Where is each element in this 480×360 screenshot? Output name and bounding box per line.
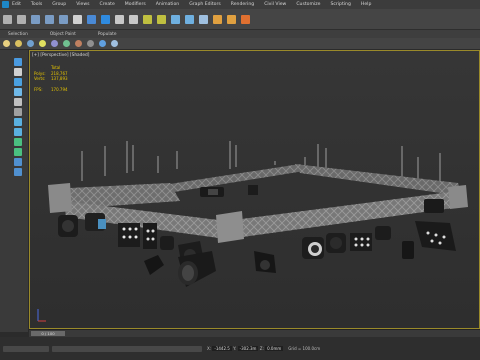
- menu-item-animation[interactable]: Animation: [156, 2, 179, 7]
- menu-item-modifiers[interactable]: Modifiers: [125, 2, 146, 7]
- menu-item-graph-editors[interactable]: Graph Editors: [189, 2, 221, 7]
- render-setup-icon[interactable]: [212, 14, 222, 24]
- render-frame-icon[interactable]: [226, 14, 236, 24]
- perspective-viewport[interactable]: [+] [Perspective] [Shaded] Total Polys: 2…: [29, 50, 480, 329]
- stage-light: [144, 255, 164, 275]
- paint-icon[interactable]: [14, 98, 22, 106]
- populate-icon[interactable]: [14, 148, 22, 156]
- menu-bar: Edit Tools Group Views Create Modifiers Animat…: [0, 0, 480, 9]
- back-truss: [170, 164, 304, 192]
- menu-item-rendering[interactable]: Rendering: [231, 2, 254, 7]
- camera-icon[interactable]: [50, 40, 58, 47]
- undo-icon[interactable]: [2, 14, 12, 24]
- right-truss: [295, 164, 462, 196]
- left-toolbar: [0, 50, 29, 332]
- stage-light: [326, 233, 346, 253]
- main-toolbar: [0, 9, 480, 30]
- coordinate-display: X: -1442.5 Y: -302.3m Z: 0.0mm: [207, 346, 284, 351]
- app-window: { "menu": { "items": ["Edit","Tools","Gr…: [0, 0, 480, 360]
- link-icon[interactable]: [30, 14, 40, 24]
- select-region-icon[interactable]: [86, 14, 96, 24]
- stage-light: [415, 221, 456, 251]
- move-icon[interactable]: [100, 14, 110, 24]
- truss-scene: [37, 141, 468, 322]
- redo-icon[interactable]: [16, 14, 26, 24]
- status-bar: X: -1442.5 Y: -302.3m Z: 0.0mm Grid = 10…: [0, 337, 480, 360]
- shape-icon[interactable]: [26, 40, 34, 47]
- y-coordinate-field[interactable]: -302.3m: [237, 346, 259, 351]
- stage-light: [402, 241, 414, 259]
- scale-icon[interactable]: [128, 14, 138, 24]
- light-icon[interactable]: [38, 40, 46, 47]
- stage-light: [375, 226, 391, 240]
- stage-light: [350, 233, 372, 251]
- menu-item-scripting[interactable]: Scripting: [330, 2, 350, 7]
- menu-item-customize[interactable]: Customize: [296, 2, 320, 7]
- graphite-icon[interactable]: [14, 118, 22, 126]
- cube-icon[interactable]: [14, 40, 22, 47]
- z-label: Z:: [259, 346, 264, 351]
- rotate-icon[interactable]: [114, 14, 124, 24]
- rotate-tool-icon[interactable]: [14, 78, 22, 86]
- maxscript-listener-field[interactable]: [3, 345, 49, 352]
- grid-display: Grid = 100.0cm: [288, 346, 321, 351]
- scale-tool-icon[interactable]: [14, 88, 22, 96]
- ribbon-tab-populate[interactable]: Populate: [98, 32, 117, 37]
- move-tool-icon[interactable]: [14, 68, 22, 76]
- menu-items: Edit Tools Group Views Create Modifiers Animat…: [12, 2, 381, 7]
- time-slider-handle[interactable]: 0 / 100: [31, 331, 65, 336]
- z-coordinate-field[interactable]: 0.0mm: [265, 346, 284, 351]
- stage-light: [160, 236, 174, 250]
- stage-light: [85, 213, 106, 231]
- create-toolbar: [0, 38, 480, 50]
- x-label: X:: [207, 346, 212, 351]
- menu-item-edit[interactable]: Edit: [12, 2, 21, 7]
- space-warp-icon[interactable]: [74, 40, 82, 47]
- snap-icon[interactable]: [142, 14, 152, 24]
- environment-icon[interactable]: [110, 40, 118, 47]
- mirror-icon[interactable]: [170, 14, 180, 24]
- layer-icon[interactable]: [198, 14, 208, 24]
- stage-light: [424, 199, 444, 213]
- material-icon[interactable]: [98, 40, 106, 47]
- stage-light: [178, 251, 216, 287]
- menu-item-tools[interactable]: Tools: [31, 2, 42, 7]
- menu-item-create[interactable]: Create: [100, 2, 115, 7]
- select-object-icon[interactable]: [14, 58, 22, 66]
- selection-tool-icon[interactable]: [14, 128, 22, 136]
- menu-item-views[interactable]: Views: [76, 2, 89, 7]
- angle-snap-icon[interactable]: [156, 14, 166, 24]
- select-icon[interactable]: [72, 14, 82, 24]
- sphere-icon[interactable]: [2, 40, 10, 47]
- system-icon[interactable]: [86, 40, 94, 47]
- object-paint-icon[interactable]: [14, 138, 22, 146]
- x-coordinate-field[interactable]: -1442.5: [212, 346, 232, 351]
- stage-light: [143, 223, 157, 249]
- freeform-icon[interactable]: [14, 108, 22, 116]
- menu-item-help[interactable]: Help: [361, 2, 371, 7]
- app-logo-icon[interactable]: [2, 1, 9, 8]
- menu-item-civil-view[interactable]: Civil View: [264, 2, 286, 7]
- prompt-line: [52, 345, 202, 352]
- ribbon-tab-selection[interactable]: Selection: [8, 32, 28, 37]
- render-icon[interactable]: [240, 14, 250, 24]
- loop-icon[interactable]: [14, 168, 22, 176]
- ribbon-tab-object-paint[interactable]: Object Paint: [50, 32, 76, 37]
- align-icon[interactable]: [184, 14, 194, 24]
- stage-light: [248, 185, 258, 195]
- stage-light: [200, 187, 224, 197]
- unlink-icon[interactable]: [44, 14, 54, 24]
- path-icon[interactable]: [14, 158, 22, 166]
- stage-light: [302, 237, 324, 259]
- stage-light: [58, 215, 78, 237]
- menu-item-group[interactable]: Group: [52, 2, 66, 7]
- ribbon-tabs: Selection Object Paint Populate: [0, 30, 480, 38]
- axis-gizmo-icon: [37, 309, 46, 322]
- y-label: Y:: [233, 346, 237, 351]
- stage-light: [118, 223, 140, 247]
- stage-light: [254, 251, 276, 273]
- bind-icon[interactable]: [58, 14, 68, 24]
- helper-icon[interactable]: [62, 40, 70, 47]
